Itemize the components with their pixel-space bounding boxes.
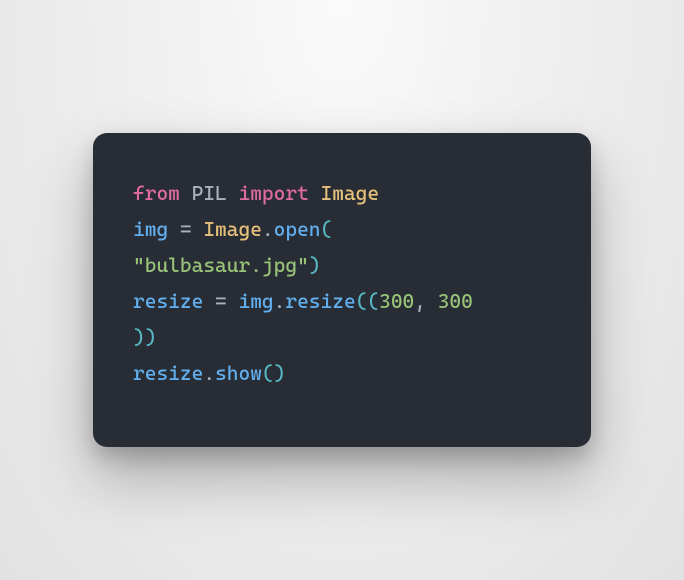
lparen: (: [262, 361, 274, 385]
lparen-inner: (: [367, 289, 379, 313]
equals: =: [168, 217, 203, 241]
obj-resize: resize: [133, 361, 203, 385]
keyword-from: from: [133, 181, 180, 205]
variable-img: img: [133, 217, 168, 241]
number-300a: 300: [379, 289, 414, 313]
space: [227, 181, 239, 205]
rparen: ): [274, 361, 286, 385]
dot: .: [274, 289, 286, 313]
code-card: from PIL import Image img = Image.open( …: [93, 133, 591, 447]
class-name: Image: [321, 181, 380, 205]
func-resize: resize: [285, 289, 355, 313]
class-ref: Image: [203, 217, 262, 241]
func-show: show: [215, 361, 262, 385]
rparen: ): [309, 253, 321, 277]
func-open: open: [274, 217, 321, 241]
equals: =: [203, 289, 238, 313]
rparen: ): [145, 325, 157, 349]
variable-resize: resize: [133, 289, 203, 313]
rparen-inner: ): [133, 325, 145, 349]
lparen: (: [356, 289, 368, 313]
space: [309, 181, 321, 205]
comma: ,: [414, 289, 437, 313]
dot: .: [262, 217, 274, 241]
code-block: from PIL import Image img = Image.open( …: [133, 175, 551, 391]
space: [180, 181, 192, 205]
string-literal: "bulbasaur.jpg": [133, 253, 309, 277]
obj-img: img: [238, 289, 273, 313]
lparen: (: [321, 217, 333, 241]
module-name: PIL: [192, 181, 227, 205]
dot: .: [203, 361, 215, 385]
number-300b: 300: [438, 289, 473, 313]
keyword-import: import: [238, 181, 308, 205]
